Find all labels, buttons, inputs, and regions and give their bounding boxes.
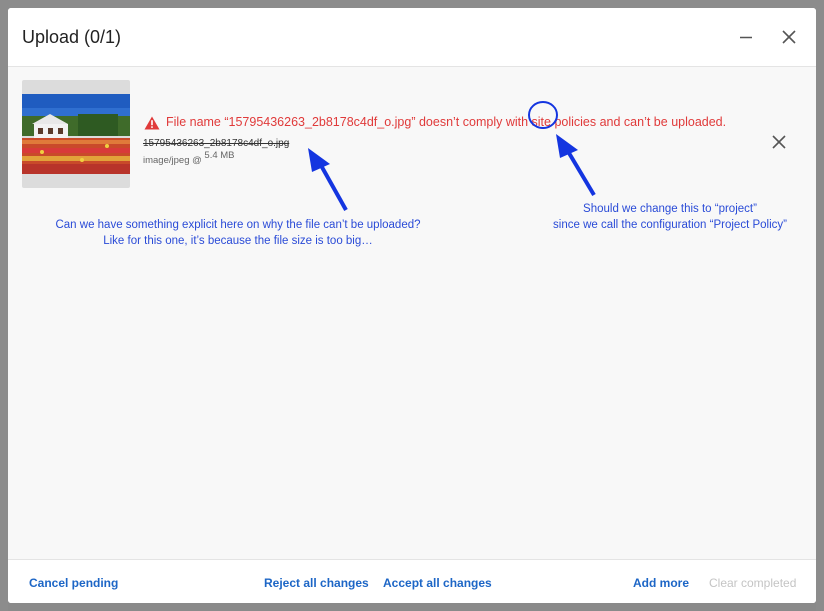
tulip-field-thumbnail-icon	[22, 94, 130, 174]
annotation-line: Should we change this to “project”	[583, 203, 757, 215]
file-size: 5.4 MB	[204, 150, 235, 161]
annotation-line: Like for this one, it’s because the file…	[103, 235, 373, 247]
upload-list: File name “15795436263_2b8178c4df_o.jpg”…	[8, 67, 816, 559]
review-annotation-site-wording: Should we change this to “project” since…	[536, 201, 804, 233]
background-page-right	[816, 0, 824, 611]
minimize-icon	[740, 36, 752, 39]
review-annotation-file-reason: Can we have something explicit here on w…	[38, 217, 438, 249]
dialog-footer: Cancel pending Reject all changes Accept…	[8, 559, 816, 603]
upload-dialog: Upload (0/1) File name “15795436263_2b81…	[8, 8, 816, 603]
annotation-line: Can we have something explicit here on w…	[55, 219, 421, 231]
add-more-button[interactable]: Add more	[633, 576, 689, 590]
file-meta: image/jpeg @ 5.4 MB	[143, 150, 235, 166]
remove-file-button[interactable]	[771, 134, 787, 150]
close-button[interactable]	[777, 25, 801, 49]
file-name: 15795436263_2b8178c4df_o.jpg	[143, 138, 290, 149]
upload-item: File name “15795436263_2b8178c4df_o.jpg”…	[8, 67, 816, 197]
cancel-pending-button[interactable]: Cancel pending	[29, 576, 118, 590]
file-type: image/jpeg @	[143, 155, 202, 166]
minimize-button[interactable]	[734, 25, 758, 49]
reject-all-changes-button[interactable]: Reject all changes	[264, 576, 369, 590]
accept-all-changes-button[interactable]: Accept all changes	[383, 576, 492, 590]
clear-completed-button: Clear completed	[709, 576, 797, 590]
background-page-top	[0, 0, 824, 8]
file-thumbnail	[22, 80, 130, 188]
close-icon	[782, 30, 796, 44]
dialog-header: Upload (0/1)	[8, 8, 816, 67]
warning-icon	[144, 116, 160, 130]
dialog-title: Upload (0/1)	[22, 27, 122, 47]
error-message: File name “15795436263_2b8178c4df_o.jpg”…	[166, 115, 727, 129]
close-icon	[772, 135, 786, 149]
annotation-line: since we call the configuration “Project…	[553, 219, 787, 231]
background-page-left	[0, 0, 8, 611]
